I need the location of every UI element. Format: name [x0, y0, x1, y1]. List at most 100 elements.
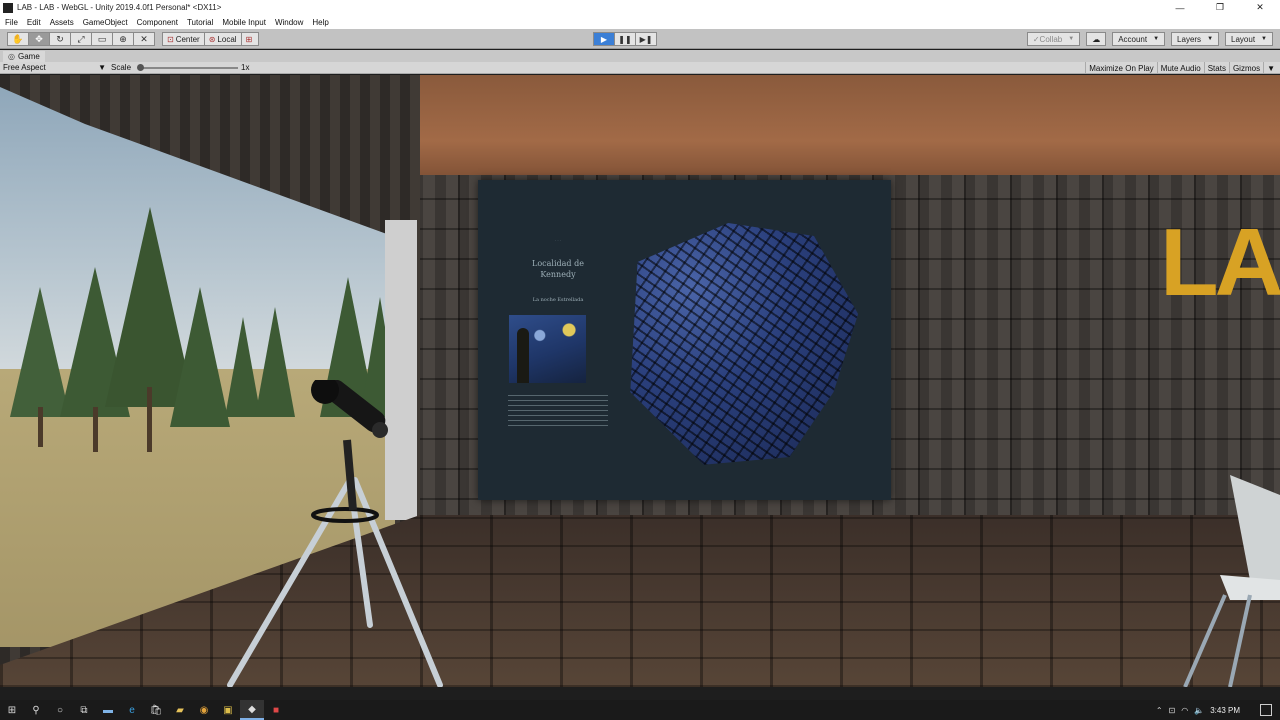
taskbar-clock[interactable]: 3:43 PM [1210, 706, 1240, 715]
menu-assets[interactable]: Assets [50, 18, 74, 27]
transform-icon[interactable]: ⊕ [112, 32, 134, 46]
game-viewport[interactable]: · · · Localidad de Kennedy La noche Estr… [0, 75, 1280, 687]
kennedy-map-image [630, 223, 859, 465]
task-view-icon[interactable]: ⧉ [72, 700, 96, 720]
system-tray: ⌃ ⊡ ◠ 🔈 3:43 PM [1150, 700, 1240, 720]
play-controls: ▶ ❚❚ ▶❚ [593, 32, 657, 46]
maximize-on-play-toggle[interactable]: Maximize On Play [1085, 62, 1156, 74]
title-bar: LAB - LAB - WebGL - Unity 2019.4.0f1 Per… [0, 0, 1280, 15]
volume-icon[interactable]: 🔈 [1194, 706, 1204, 715]
chevron-down-icon: ▼ [1207, 36, 1214, 42]
move-icon[interactable]: ✥ [28, 32, 50, 46]
gamepad-icon: ◎ [8, 52, 15, 61]
wifi-icon[interactable]: ◠ [1181, 706, 1188, 715]
play-button[interactable]: ▶ [593, 32, 615, 46]
rotate-icon[interactable]: ↻ [49, 32, 71, 46]
tab-game[interactable]: ◎ Game [3, 51, 45, 62]
transform-tools: ✋ ✥ ↻ ⤢ ▭ ⊕ ✕ [7, 32, 155, 46]
stats-toggle[interactable]: Stats [1203, 62, 1229, 74]
menu-mobile-input[interactable]: Mobile Input [222, 18, 266, 27]
explorer-icon[interactable]: ▬ [96, 700, 120, 720]
collab-label: Collab [1039, 34, 1063, 44]
game-view-toolbar: Free Aspect ▼ Scale 1x Maximize On Play … [0, 62, 1280, 74]
menu-help[interactable]: Help [312, 18, 328, 27]
chevron-down-icon: ▼ [1263, 62, 1278, 74]
network-icon[interactable]: ⊡ [1169, 706, 1176, 715]
poster-body-text [508, 395, 608, 430]
tree-trunk [38, 407, 43, 447]
app-icon[interactable]: ■ [264, 700, 288, 720]
menu-file[interactable]: File [5, 18, 18, 27]
game-view-options: Maximize On Play Mute Audio Stats Gizmos… [1085, 62, 1278, 74]
telescope [227, 380, 443, 687]
edge-icon[interactable]: e [120, 700, 144, 720]
scale-value: 1x [241, 63, 250, 72]
pivot-toggles: ⊡ Center ⊛ Local ⊞ [162, 32, 260, 46]
tree [170, 287, 230, 427]
layers-dropdown[interactable]: Layers ▼ [1171, 32, 1220, 46]
windows-icon[interactable]: ⊞ [0, 700, 24, 720]
account-label: Account [1118, 34, 1148, 44]
chrome-icon[interactable]: ◉ [192, 700, 216, 720]
chevron-down-icon: ▼ [1261, 36, 1267, 42]
window-title: LAB - LAB - WebGL - Unity 2019.4.0f1 Per… [17, 3, 222, 12]
pivot-local-button[interactable]: ⊛ Local [203, 32, 242, 46]
right-toolbar: ✓ Collab ▼ ☁ Account ▼ Layers ▼ Layout ▼ [1021, 32, 1273, 46]
cloud-button[interactable]: ☁ [1086, 32, 1107, 46]
pivot-center-label: Center [175, 34, 200, 44]
menu-component[interactable]: Component [137, 18, 178, 27]
pause-button[interactable]: ❚❚ [614, 32, 636, 46]
lab-sign: LA [1160, 209, 1280, 316]
chevron-down-icon: ▼ [98, 63, 106, 72]
game-tab-bar: ◎ Game [0, 50, 1280, 62]
artwork-poster: · · · Localidad de Kennedy La noche Estr… [478, 180, 891, 500]
editor-toolbar: ✋ ✥ ↻ ⤢ ▭ ⊕ ✕ ⊡ Center ⊛ Local ⊞ ▶ ❚❚ ▶❚ ✓… [0, 29, 1280, 49]
scale-slider-handle[interactable] [137, 64, 144, 71]
gizmos-dropdown[interactable]: Gizmos [1228, 62, 1263, 74]
scale-slider[interactable] [138, 67, 238, 69]
files-icon[interactable]: ▰ [168, 700, 192, 720]
chevron-up-icon[interactable]: ⌃ [1156, 706, 1163, 715]
aspect-dropdown[interactable]: Free Aspect ▼ [3, 63, 106, 73]
menu-window[interactable]: Window [275, 18, 303, 27]
tab-game-label: Game [17, 52, 40, 61]
pivot-center-icon: ⊡ [167, 34, 174, 44]
minimize-button[interactable]: — [1160, 0, 1200, 15]
unity-app-icon [3, 2, 13, 13]
rect-icon[interactable]: ▭ [91, 32, 113, 46]
cortana-icon[interactable]: ○ [48, 700, 72, 720]
chevron-down-icon: ▼ [1153, 36, 1160, 42]
tree-trunk [93, 407, 98, 452]
scale-icon[interactable]: ⤢ [70, 32, 92, 46]
unity-icon[interactable]: ◆ [240, 700, 264, 720]
poster-title: Localidad de Kennedy [508, 258, 608, 280]
scale-label: Scale [111, 63, 132, 72]
cloud-icon: ☁ [1092, 34, 1101, 44]
layout-dropdown[interactable]: Layout ▼ [1225, 32, 1273, 46]
step-button[interactable]: ▶❚ [635, 32, 657, 46]
mute-audio-toggle[interactable]: Mute Audio [1156, 62, 1204, 74]
menu-edit[interactable]: Edit [27, 18, 41, 27]
poster-title-line2: Kennedy [540, 270, 576, 279]
media-icon[interactable]: ▣ [216, 700, 240, 720]
account-dropdown[interactable]: Account ▼ [1112, 32, 1166, 46]
menu-gameobject[interactable]: GameObject [83, 18, 128, 27]
poster-kicker: · · · [554, 238, 562, 243]
pivot-center-button[interactable]: ⊡ Center [162, 32, 205, 46]
window-controls: — ❐ ✕ [1160, 0, 1280, 15]
collab-dropdown[interactable]: ✓ Collab ▼ [1026, 32, 1081, 46]
maximize-button[interactable]: ❐ [1200, 0, 1240, 15]
menu-tutorial[interactable]: Tutorial [187, 18, 213, 27]
poster-title-line1: Localidad de [532, 259, 584, 268]
search-icon[interactable]: ⚲ [24, 700, 48, 720]
notifications-icon[interactable] [1260, 704, 1272, 716]
custom-tool-icon[interactable]: ✕ [133, 32, 155, 46]
close-button[interactable]: ✕ [1240, 0, 1280, 15]
store-icon[interactable]: 🛍 [144, 700, 168, 720]
windows-taskbar: ⊞ ⚲ ○ ⧉ ▬ e 🛍 ▰ ◉ ▣ ◆ ■ ⌃ ⊡ ◠ 🔈 3:43 PM [0, 700, 1280, 720]
layout-label: Layout [1231, 34, 1256, 44]
grid-snap-button[interactable]: ⊞ [240, 32, 260, 46]
pivot-local-icon: ⊛ [208, 34, 216, 44]
grid-icon: ⊞ [245, 34, 253, 44]
hand-icon[interactable]: ✋ [7, 32, 29, 46]
